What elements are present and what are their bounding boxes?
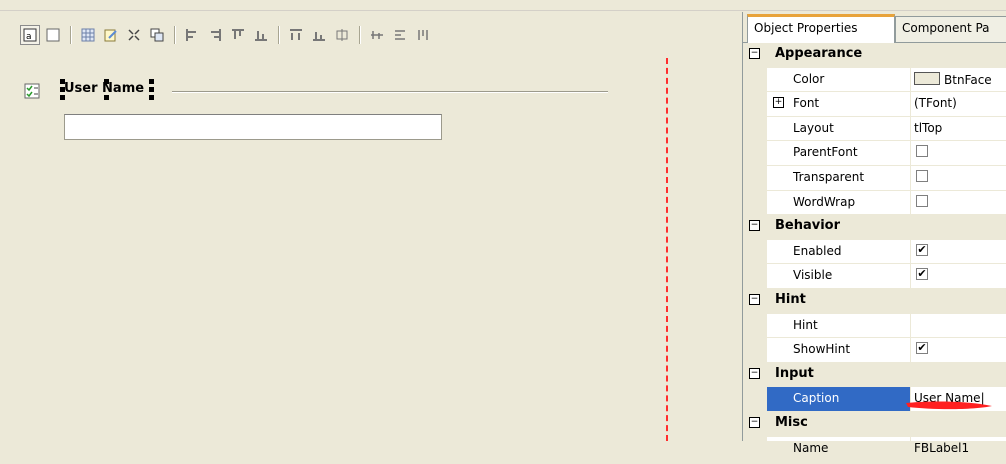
property-name: Visible — [767, 264, 911, 288]
property-row-font[interactable]: + Font (TFont) — [743, 92, 1006, 117]
collapse-icon[interactable]: − — [749, 294, 760, 305]
red-guide-line — [666, 58, 668, 441]
property-name: Transparent — [767, 166, 911, 190]
category-label: Behavior — [775, 218, 840, 233]
property-name: Color — [767, 68, 911, 92]
property-value[interactable] — [912, 166, 1006, 194]
tab-component-palette[interactable]: Component Pa — [895, 16, 1006, 42]
property-name: + Font — [767, 92, 911, 116]
property-name: ShowHint — [767, 338, 911, 362]
group-divider — [172, 91, 608, 93]
property-value[interactable]: ✔ — [912, 338, 1006, 366]
tab-object-properties[interactable]: Object Properties — [747, 14, 895, 43]
toolbar-separator — [359, 26, 360, 44]
property-name: Enabled — [767, 240, 911, 264]
category-misc[interactable]: − Misc — [743, 412, 1006, 437]
property-value[interactable] — [912, 141, 1006, 169]
property-row-name[interactable]: Name FBLabel1 — [743, 437, 1006, 462]
top-border — [0, 0, 1006, 11]
property-value[interactable]: tlTop — [912, 117, 1006, 145]
property-value[interactable]: (TFont) — [912, 92, 1006, 120]
selection-handle[interactable] — [60, 87, 65, 92]
size-height-icon[interactable] — [413, 25, 433, 45]
grid-icon[interactable] — [78, 25, 98, 45]
selection-handle[interactable] — [60, 79, 65, 84]
designer-toolbar: a — [20, 22, 433, 48]
property-name: Name — [767, 437, 911, 461]
category-label: Hint — [775, 292, 806, 307]
property-row-enabled[interactable]: Enabled ✔ — [743, 240, 1006, 265]
space-horizontal-icon[interactable] — [286, 25, 306, 45]
property-name: Layout — [767, 117, 911, 141]
space-vertical-icon[interactable] — [309, 25, 329, 45]
property-value[interactable] — [912, 314, 1006, 342]
property-value[interactable]: ✔ — [912, 240, 1006, 268]
user-name-input[interactable] — [64, 114, 442, 140]
checkbox-checked[interactable]: ✔ — [916, 268, 928, 280]
rectangle-icon[interactable] — [43, 25, 63, 45]
color-swatch — [914, 72, 940, 85]
toolbar-separator — [174, 26, 175, 44]
property-value[interactable] — [912, 191, 1006, 219]
font-name-text: Font — [793, 96, 819, 110]
selection-handle[interactable] — [104, 79, 109, 84]
property-name-selected: Caption — [767, 387, 911, 411]
selection-handle[interactable] — [60, 95, 65, 100]
property-row-color[interactable]: Color BtnFace — [743, 68, 1006, 93]
property-name: ParentFont — [767, 141, 911, 165]
center-vertical-icon[interactable] — [367, 25, 387, 45]
object-inspector: Object Properties Component Pa − Appeara… — [742, 12, 1006, 441]
property-name: WordWrap — [767, 191, 911, 215]
inspector-tabs: Object Properties Component Pa — [743, 12, 1006, 43]
category-input[interactable]: − Input — [743, 363, 1006, 388]
edit-icon[interactable] — [101, 25, 121, 45]
red-annotation-mark — [904, 399, 994, 411]
bring-front-icon[interactable] — [147, 25, 167, 45]
align-right-icon[interactable] — [205, 25, 225, 45]
property-row-transparent[interactable]: Transparent — [743, 166, 1006, 191]
property-value[interactable]: BtnFace — [912, 68, 1006, 96]
category-appearance[interactable]: − Appearance — [743, 43, 1006, 68]
checkbox-unchecked[interactable] — [916, 145, 928, 157]
category-label: Misc — [775, 415, 808, 430]
property-name: Hint — [767, 314, 911, 338]
collapse-icon[interactable]: − — [749, 417, 760, 428]
toolbar-separator — [278, 26, 279, 44]
category-label: Appearance — [775, 46, 862, 61]
property-row-layout[interactable]: Layout tlTop — [743, 117, 1006, 142]
align-icon[interactable] — [124, 25, 144, 45]
checklist-icon — [24, 83, 40, 99]
expand-icon[interactable]: + — [773, 97, 784, 108]
collapse-icon[interactable]: − — [749, 220, 760, 231]
checkbox-unchecked[interactable] — [916, 170, 928, 182]
checkbox-checked[interactable]: ✔ — [916, 244, 928, 256]
category-behavior[interactable]: − Behavior — [743, 215, 1006, 240]
checkbox-checked[interactable]: ✔ — [916, 342, 928, 354]
property-row-hint[interactable]: Hint — [743, 314, 1006, 339]
property-value[interactable]: ✔ — [912, 264, 1006, 292]
property-row-visible[interactable]: Visible ✔ — [743, 264, 1006, 289]
center-horizontal-icon[interactable] — [332, 25, 352, 45]
align-bottom-icon[interactable] — [251, 25, 271, 45]
property-row-showhint[interactable]: ShowHint ✔ — [743, 338, 1006, 363]
selection-handle[interactable] — [104, 95, 109, 100]
size-width-icon[interactable] — [390, 25, 410, 45]
align-top-icon[interactable] — [228, 25, 248, 45]
svg-text:a: a — [26, 32, 32, 42]
selection-handle[interactable] — [149, 79, 154, 84]
selection-handle[interactable] — [149, 95, 154, 100]
category-hint[interactable]: − Hint — [743, 289, 1006, 314]
property-row-parentfont[interactable]: ParentFont — [743, 141, 1006, 166]
category-label: Input — [775, 366, 814, 381]
property-row-wordwrap[interactable]: WordWrap — [743, 191, 1006, 216]
toolbar-separator — [70, 26, 71, 44]
checkbox-unchecked[interactable] — [916, 195, 928, 207]
align-left-icon[interactable] — [182, 25, 202, 45]
collapse-icon[interactable]: − — [749, 368, 760, 379]
select-all-icon[interactable]: a — [20, 25, 40, 45]
selection-handle[interactable] — [149, 87, 154, 92]
color-value-text: BtnFace — [944, 73, 992, 87]
collapse-icon[interactable]: − — [749, 48, 760, 59]
